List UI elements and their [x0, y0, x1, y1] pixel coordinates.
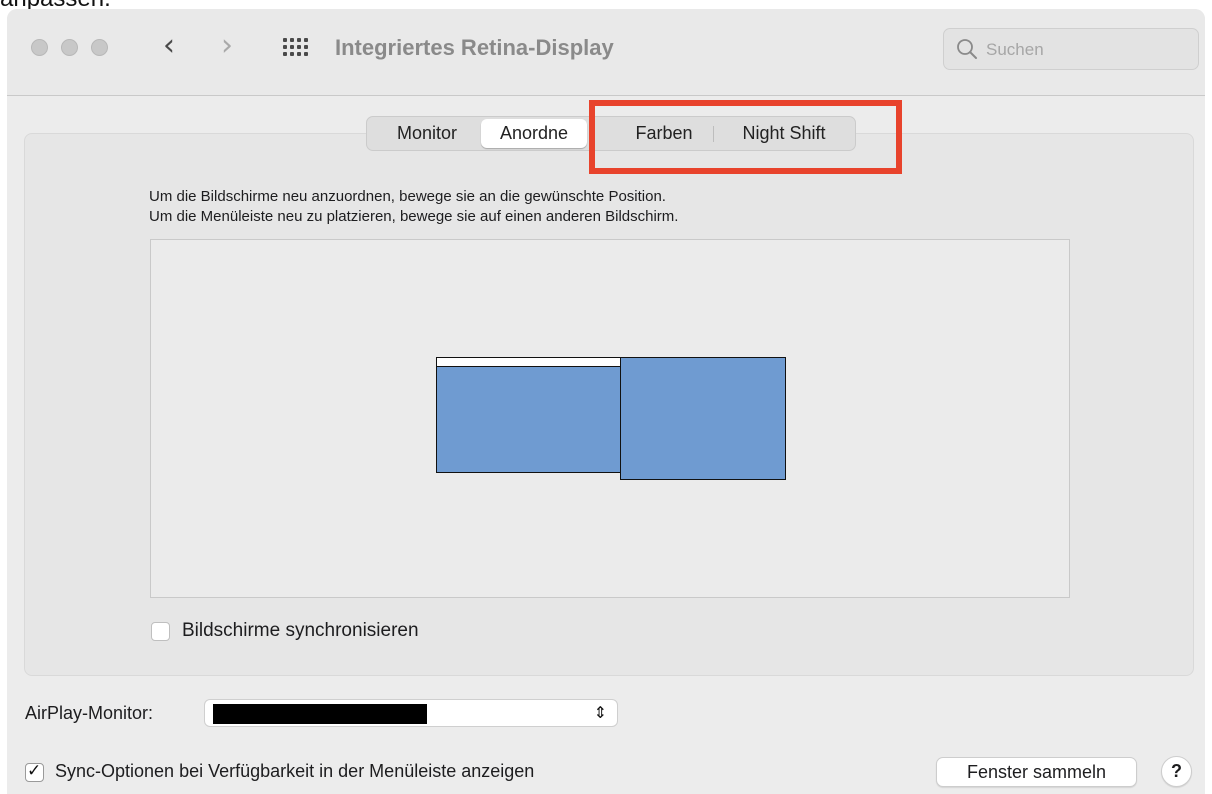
instruction-line-2: Um die Menüleiste neu zu platzieren, bew… — [149, 208, 679, 225]
arrangement-instructions: Um die Bildschirme neu anzuordnen, beweg… — [149, 187, 678, 227]
system-preferences-window: ‹ › Integriertes Retina-Display Monitor … — [7, 9, 1205, 794]
show-all-grid-icon[interactable] — [283, 38, 313, 60]
search-input[interactable] — [984, 37, 1188, 63]
menubar-indicator[interactable] — [437, 358, 622, 367]
sync-options-label: Sync-Optionen bei Verfügbarkeit in der M… — [55, 761, 535, 781]
gather-windows-button[interactable]: Fenster sammeln — [936, 757, 1137, 787]
tab-bar: Monitor Anordne Farben Night Shift — [366, 116, 856, 151]
tab-anordnen[interactable]: Anordne — [481, 119, 587, 148]
tab-monitor[interactable]: Monitor — [373, 119, 481, 148]
tab-farben[interactable]: Farben — [615, 119, 713, 148]
window-title: Integriertes Retina-Display — [335, 35, 614, 60]
mirror-displays-label: Bildschirme synchronisieren — [182, 620, 419, 641]
help-button[interactable]: ? — [1161, 756, 1192, 787]
airplay-monitor-label: AirPlay-Monitor: — [25, 703, 154, 723]
titlebar: ‹ › Integriertes Retina-Display — [7, 9, 1205, 96]
display-arrangement-area[interactable] — [150, 239, 1070, 598]
sync-options-checkbox[interactable] — [25, 761, 44, 782]
main-display[interactable] — [436, 357, 623, 473]
redacted-value — [213, 704, 427, 724]
close-window-button[interactable] — [31, 39, 48, 56]
mirror-displays-checkbox[interactable] — [151, 622, 170, 641]
secondary-display[interactable] — [620, 357, 786, 480]
zoom-window-button[interactable] — [91, 39, 108, 56]
chevron-updown-icon: ⇕ — [593, 703, 607, 722]
tab-night-shift[interactable]: Night Shift — [719, 119, 849, 148]
chevron-left-icon[interactable]: ‹ — [163, 31, 175, 61]
tab-separator — [713, 126, 714, 142]
instruction-line-1: Um die Bildschirme neu anzuordnen, beweg… — [149, 188, 666, 205]
search-icon — [957, 39, 977, 59]
chevron-right-icon[interactable]: › — [221, 31, 233, 61]
search-field[interactable] — [943, 28, 1199, 70]
minimize-window-button[interactable] — [61, 39, 78, 56]
airplay-monitor-select[interactable]: ⇕ — [204, 699, 618, 727]
